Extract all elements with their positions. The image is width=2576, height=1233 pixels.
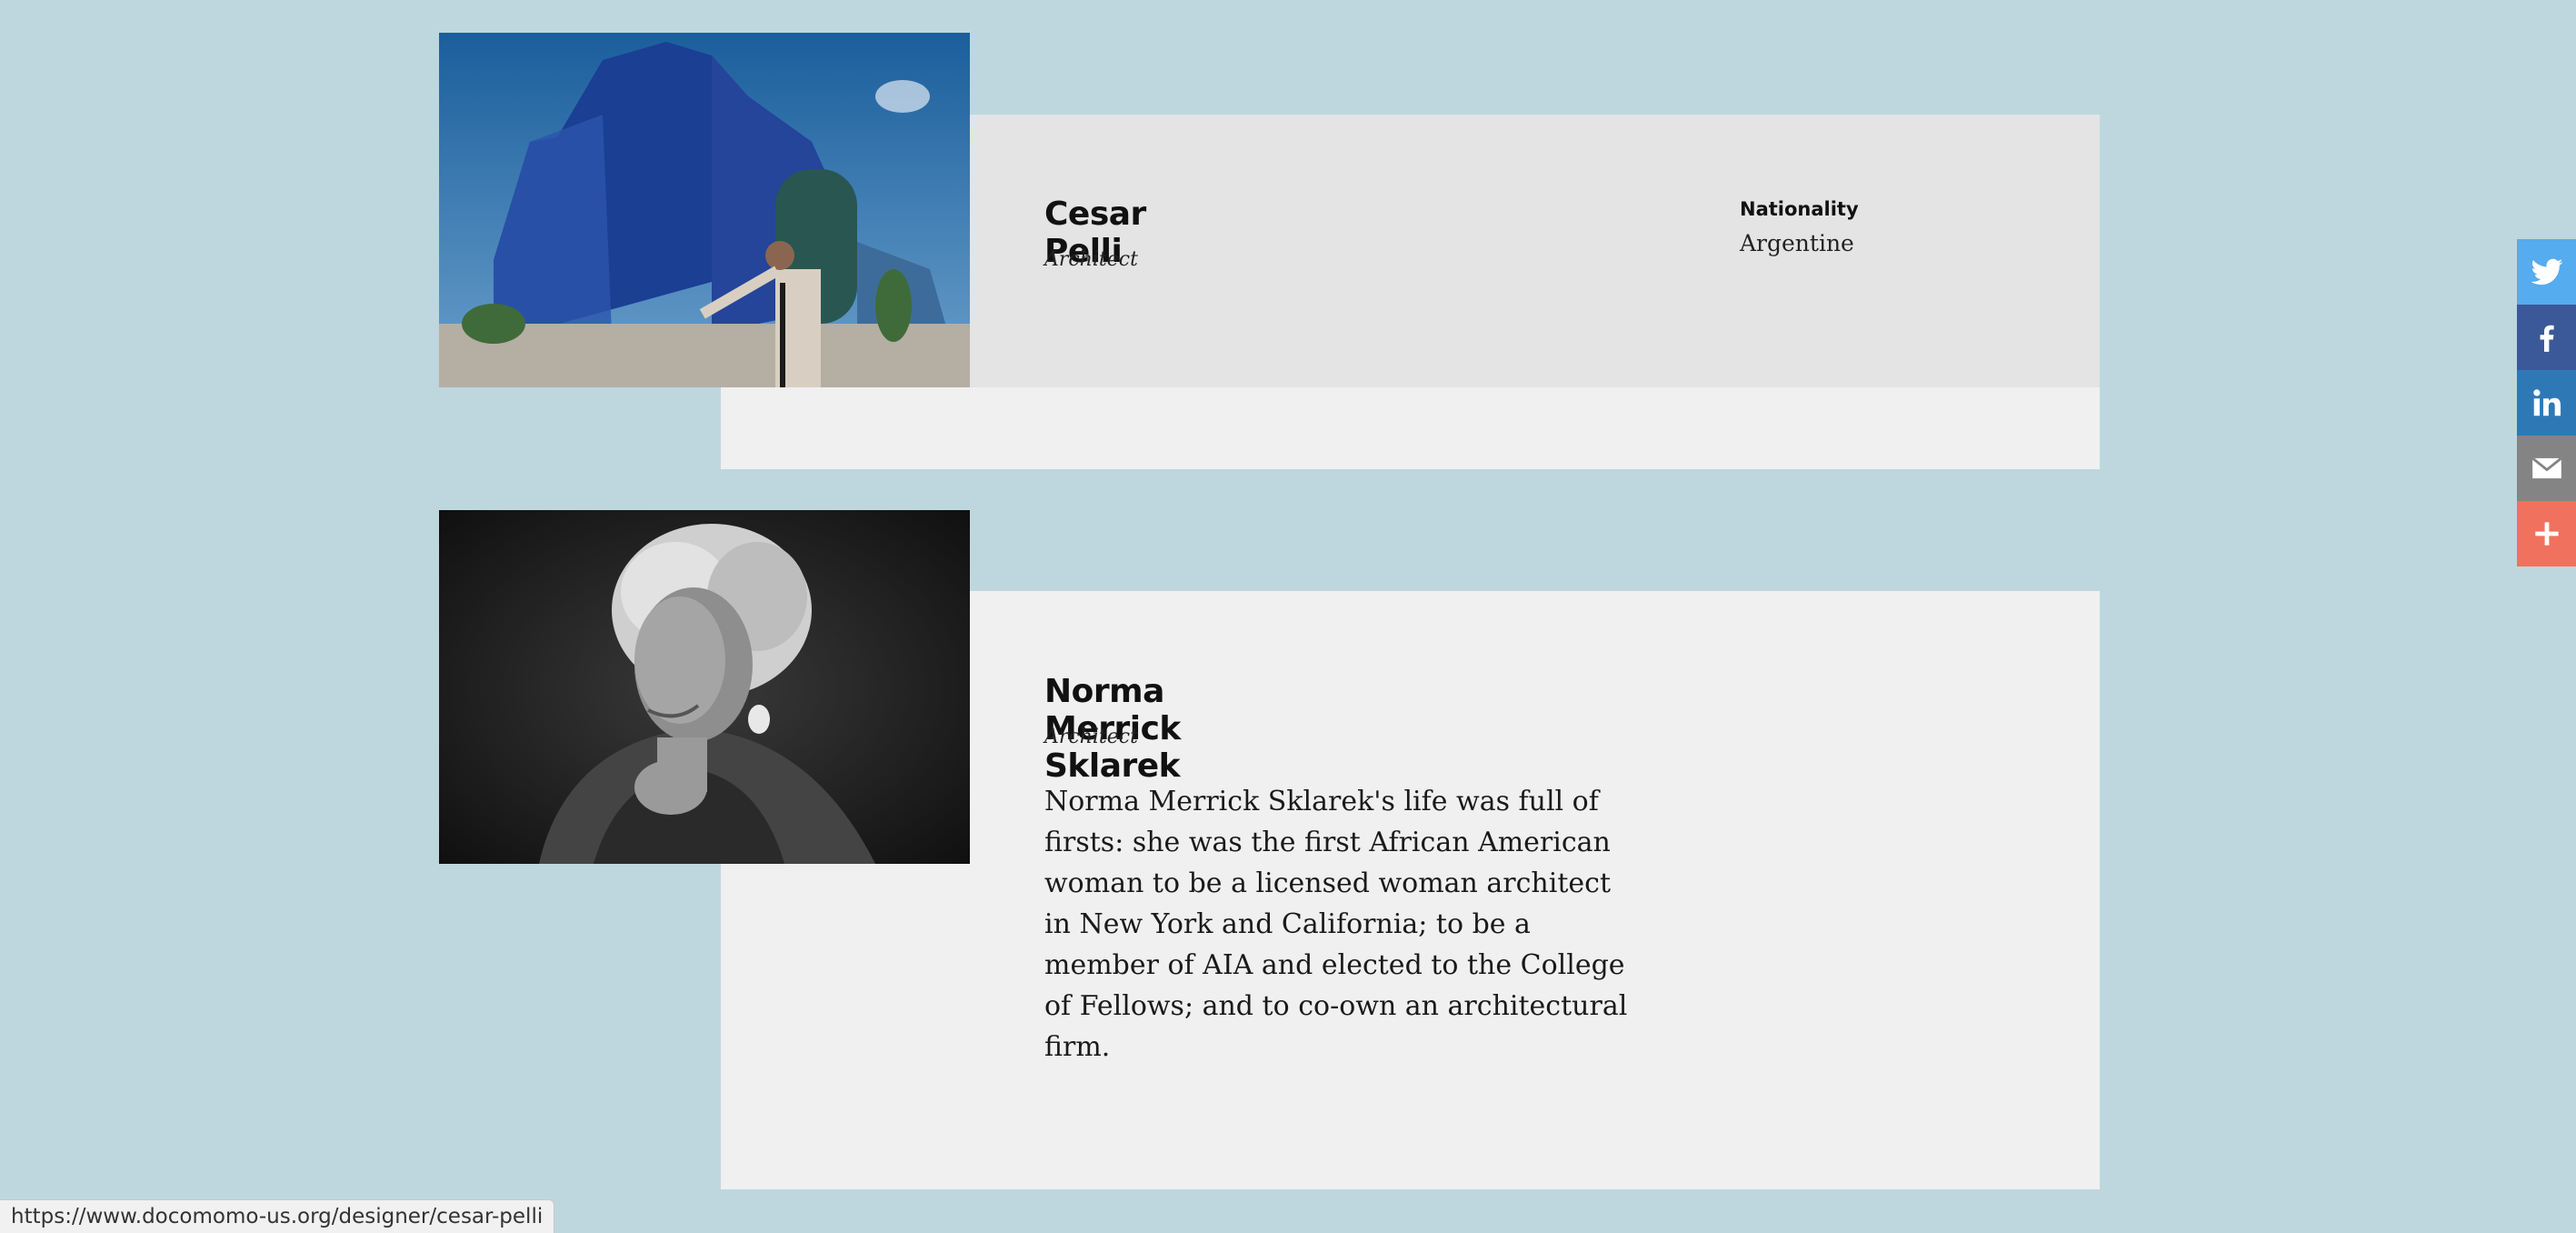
nationality-value: Argentine (1740, 230, 1854, 256)
portrait-photo (439, 510, 970, 864)
designer-role: Architect (1044, 726, 1138, 748)
designer-role: Architect (1044, 248, 1138, 271)
more-share-button[interactable] (2517, 501, 2576, 566)
twitter-share-button[interactable] (2517, 239, 2576, 305)
plus-icon (2534, 522, 2559, 546)
designer-bio: Norma Merrick Sklarek's life was full of… (1044, 786, 1628, 1063)
linkedin-icon (2532, 389, 2561, 416)
linkedin-share-button[interactable] (2517, 370, 2576, 436)
twitter-icon (2531, 258, 2562, 286)
designer-photo-cesar-pelli[interactable] (439, 33, 970, 387)
email-share-button[interactable] (2517, 436, 2576, 501)
social-share-bar (2517, 239, 2576, 566)
architect-building-photo (439, 33, 970, 387)
browser-status-url: https://www.docomomo-us.org/designer/ces… (0, 1199, 555, 1233)
facebook-share-button[interactable] (2517, 305, 2576, 370)
email-icon (2531, 456, 2562, 479)
facebook-icon (2540, 325, 2554, 352)
nationality-label: Nationality (1740, 198, 1859, 220)
designer-photo-norma-sklarek[interactable] (439, 510, 970, 864)
